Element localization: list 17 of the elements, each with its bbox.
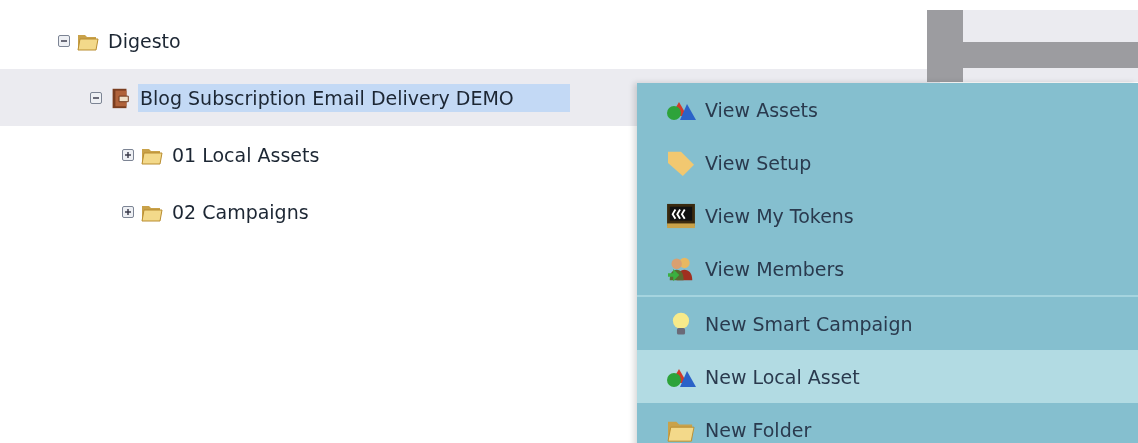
- menu-item[interactable]: View Assets: [637, 83, 1138, 136]
- menu-item[interactable]: New Folder: [637, 403, 1138, 443]
- menu-item[interactable]: New Smart Campaign: [637, 297, 1138, 350]
- collapse-icon[interactable]: [90, 91, 102, 104]
- tokens-icon: [665, 202, 697, 229]
- menu-item[interactable]: New Local Asset: [637, 350, 1138, 403]
- menu-item[interactable]: View Members: [637, 242, 1138, 295]
- tree-item-label[interactable]: 01 Local Assets: [170, 140, 322, 169]
- tree-item-label[interactable]: 02 Campaigns: [170, 197, 311, 226]
- expand-icon[interactable]: [122, 148, 134, 161]
- tree-item-label[interactable]: Blog Subscription Email Delivery DEMO: [138, 83, 570, 112]
- tree-item-label[interactable]: Digesto: [106, 26, 183, 55]
- menu-item[interactable]: View Setup: [637, 136, 1138, 189]
- collapse-icon[interactable]: [58, 34, 70, 47]
- expand-icon[interactable]: [122, 205, 134, 218]
- tag-icon: [665, 149, 697, 176]
- menu-item[interactable]: View My Tokens: [637, 189, 1138, 242]
